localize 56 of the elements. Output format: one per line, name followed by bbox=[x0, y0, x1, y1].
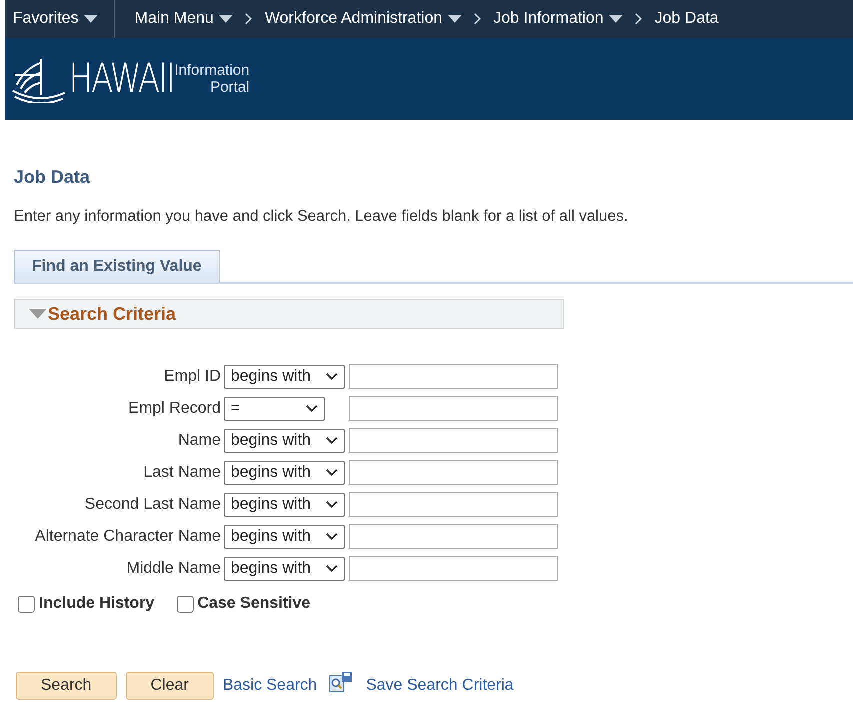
chevron-down-icon bbox=[326, 436, 338, 445]
chevron-down-icon bbox=[326, 500, 338, 509]
text-input-field[interactable] bbox=[349, 460, 558, 486]
operator-dropdown[interactable]: begins with bbox=[224, 428, 345, 453]
chevron-right-icon bbox=[634, 13, 643, 25]
action-button[interactable]: Search bbox=[16, 672, 117, 700]
chevron-down-icon bbox=[326, 532, 338, 541]
caret-icon bbox=[84, 15, 98, 23]
field-label: Name bbox=[177, 430, 221, 451]
field-label: Middle Name bbox=[126, 558, 221, 579]
operator-dropdown[interactable]: begins with bbox=[224, 524, 345, 549]
caret-icon bbox=[608, 15, 623, 23]
logo-text: HAWAII bbox=[69, 59, 174, 99]
chevron-down-icon bbox=[326, 468, 338, 477]
chevron-right-icon bbox=[244, 13, 253, 25]
text-input-field[interactable] bbox=[349, 364, 558, 390]
field-label: Empl Record bbox=[128, 398, 221, 419]
chevron-right-icon bbox=[474, 13, 482, 25]
caret-icon bbox=[448, 15, 462, 23]
text-input-field[interactable] bbox=[349, 524, 558, 550]
logo-subtitle: Portal bbox=[210, 79, 250, 96]
logo-subtitle: Information bbox=[174, 62, 250, 79]
text-input-field[interactable] bbox=[349, 396, 558, 422]
field-label: Alternate Character Name bbox=[34, 526, 221, 547]
operator-dropdown[interactable]: begins with bbox=[224, 364, 345, 389]
checkbox[interactable] bbox=[18, 596, 35, 613]
action-button[interactable]: Clear bbox=[126, 672, 214, 700]
collapse-triangle-icon[interactable] bbox=[29, 309, 47, 320]
nav-menu-item[interactable]: Job Information bbox=[494, 0, 623, 38]
caret-icon bbox=[218, 15, 233, 23]
link[interactable]: Basic Search bbox=[222, 674, 318, 698]
field-label: Empl ID bbox=[163, 366, 221, 387]
nav-menu-item[interactable]: Workforce Administration bbox=[264, 0, 462, 38]
nav-menu-item[interactable]: Job Data bbox=[654, 0, 719, 38]
link[interactable]: Save Search Criteria bbox=[366, 674, 514, 698]
checkbox-label: Case Sensitive bbox=[198, 594, 311, 614]
text-input-field[interactable] bbox=[349, 492, 558, 518]
operator-dropdown[interactable]: begins with bbox=[224, 460, 345, 485]
instructions-text: Enter any information you have and click Search. Leave fields blank for a list of all values. bbox=[14, 207, 630, 227]
tab[interactable]: Find an Existing Value bbox=[14, 250, 220, 284]
checkbox-label: Include History bbox=[39, 594, 155, 614]
field-label: Second Last Name bbox=[84, 494, 221, 515]
section-title: Search Criteria bbox=[48, 302, 176, 326]
nav-menu-item[interactable]: Main Menu bbox=[134, 0, 233, 38]
checkbox[interactable] bbox=[176, 596, 194, 613]
operator-dropdown[interactable]: = bbox=[224, 396, 325, 421]
field-label: Last Name bbox=[142, 462, 221, 483]
operator-dropdown[interactable]: begins with bbox=[224, 492, 345, 517]
save-search-icon[interactable] bbox=[329, 671, 354, 694]
text-input-field[interactable] bbox=[349, 428, 558, 454]
chevron-down-icon bbox=[306, 404, 318, 413]
operator-dropdown[interactable]: begins with bbox=[224, 556, 345, 581]
page-title: Job Data bbox=[14, 166, 92, 189]
text-input-field[interactable] bbox=[349, 556, 558, 582]
chevron-down-icon bbox=[326, 564, 338, 573]
chevron-down-icon bbox=[326, 372, 338, 381]
